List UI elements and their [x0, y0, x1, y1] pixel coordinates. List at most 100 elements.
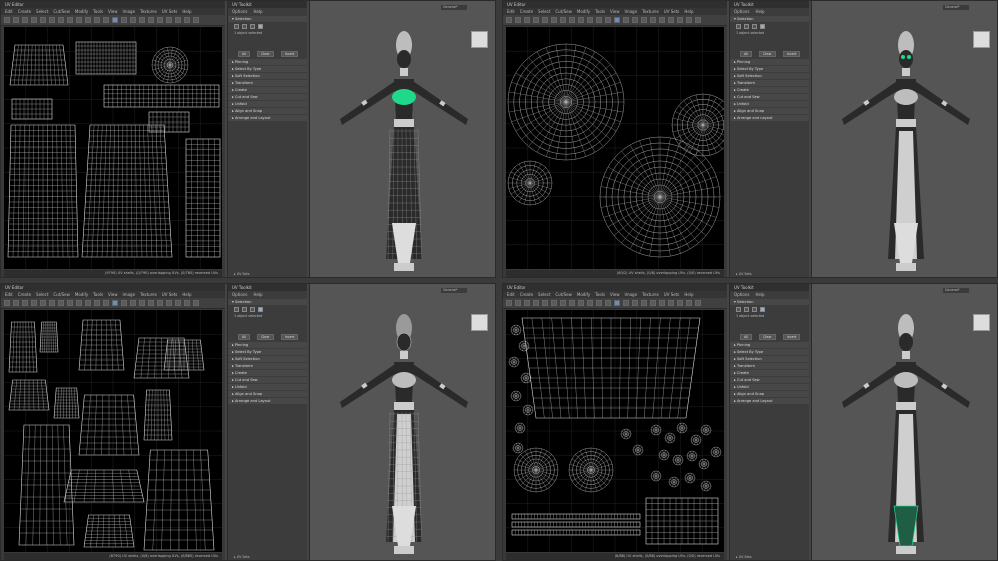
menu-item[interactable]: Textures	[140, 291, 157, 298]
selection-mode-icon[interactable]	[744, 306, 749, 312]
uv-shell-small-7[interactable]	[512, 442, 524, 454]
character-model[interactable]	[340, 314, 468, 554]
section-header[interactable]: ▸ Arrange and Layout	[228, 115, 307, 121]
uv-shell-body-2[interactable]	[78, 319, 125, 371]
toolbar-tool-icon[interactable]	[148, 17, 154, 23]
toolbar-tool-icon[interactable]	[542, 300, 548, 306]
toolbar-tool-icon[interactable]	[596, 300, 602, 306]
menu-item[interactable]: Help	[755, 8, 764, 15]
perspective-viewport[interactable]: General*	[309, 1, 495, 277]
section-header[interactable]: ▸ Pinning	[228, 342, 307, 348]
section-header[interactable]: ▸ Arrange and Layout	[730, 115, 809, 121]
uv-shell-small-23[interactable]	[632, 444, 644, 456]
selection-mode-icon[interactable]	[752, 23, 757, 29]
menu-item[interactable]: Image	[123, 8, 136, 15]
menu-item[interactable]: View	[108, 8, 118, 15]
section-header[interactable]: ▸ Select By Type	[228, 66, 307, 72]
selection-button[interactable]: Clear	[257, 334, 274, 340]
menu-item[interactable]: Create	[18, 291, 31, 298]
toolbar-tool-icon[interactable]	[605, 300, 611, 306]
perspective-viewport[interactable]: General*	[811, 284, 997, 560]
toolbar-tool-icon[interactable]	[551, 300, 557, 306]
menu-item[interactable]: UV Sets	[664, 8, 680, 15]
toolbar-tool-icon[interactable]	[40, 300, 46, 306]
menu-item[interactable]: Options	[734, 291, 749, 298]
toolbar-tool-icon[interactable]	[58, 17, 64, 23]
uv-shell-small-3[interactable]	[520, 372, 532, 384]
toolbar-tool-icon[interactable]	[641, 300, 647, 306]
selection-button[interactable]: Clear	[759, 334, 776, 340]
section-header[interactable]: ▸ Soft Selection	[228, 356, 307, 362]
toolbar-tool-icon[interactable]	[58, 300, 64, 306]
section-header[interactable]: ▸ Cut and Sew	[228, 377, 307, 383]
toolbar-tool-icon[interactable]	[22, 300, 28, 306]
toolbar-tool-icon[interactable]	[623, 300, 629, 306]
section-header[interactable]: ▸ Cut and Sew	[228, 94, 307, 100]
uv-shell-body-1[interactable]	[39, 321, 59, 353]
toolbar-tool-icon[interactable]	[632, 17, 638, 23]
toolbar-tool-icon[interactable]	[22, 17, 28, 23]
menu-item[interactable]: Image	[625, 8, 638, 15]
menu-item[interactable]: Textures	[642, 291, 659, 298]
toolbar-tool-icon[interactable]	[175, 300, 181, 306]
toolbar-tool-icon[interactable]	[121, 300, 127, 306]
toolbar-tool-icon[interactable]	[533, 17, 539, 23]
menu-item[interactable]: Textures	[642, 8, 659, 15]
uv-shell-small-11[interactable]	[690, 434, 702, 446]
uv-shell-body-7[interactable]	[143, 389, 173, 441]
menu-item[interactable]: Tools	[595, 8, 605, 15]
toolbar-tool-icon[interactable]	[614, 300, 620, 306]
toolbar-tool-icon[interactable]	[551, 17, 557, 23]
menu-item[interactable]: Cut/Sew	[555, 8, 572, 15]
uv-shell-small-21[interactable]	[700, 480, 712, 492]
character-model[interactable]	[842, 314, 970, 554]
selection-mode-icon[interactable]	[250, 23, 255, 29]
toolbar-tool-icon[interactable]	[31, 300, 37, 306]
toolbar-tool-icon[interactable]	[67, 17, 73, 23]
menu-item[interactable]: Cut/Sew	[53, 8, 70, 15]
section-header[interactable]: ▸ Select By Type	[730, 66, 809, 72]
menu-item[interactable]: Help	[182, 291, 191, 298]
uv-shell-strip[interactable]	[185, 138, 221, 258]
toolbar-tool-icon[interactable]	[139, 17, 145, 23]
toolbar-tool-icon[interactable]	[533, 300, 539, 306]
uv-shell-sleeve[interactable]	[103, 84, 220, 108]
toolbar-tool-icon[interactable]	[686, 17, 692, 23]
menu-item[interactable]: Select	[538, 8, 550, 15]
toolbar-tool-icon[interactable]	[112, 17, 118, 23]
toolbar-tool-icon[interactable]	[175, 17, 181, 23]
selection-mode-icon[interactable]	[736, 23, 741, 29]
selection-mode-icon[interactable]	[250, 306, 255, 312]
uv-shell-cuff[interactable]	[11, 98, 53, 120]
selection-button[interactable]: All	[238, 334, 251, 340]
section-header[interactable]: ▸ Create	[228, 370, 307, 376]
uv-shell-body-5[interactable]	[53, 387, 80, 419]
selection-mode-icon[interactable]	[242, 306, 247, 312]
menu-item[interactable]: Modify	[577, 8, 590, 15]
uv-canvas[interactable]	[4, 27, 222, 269]
selection-button[interactable]: Invert	[280, 334, 299, 340]
menu-item[interactable]: Modify	[75, 291, 88, 298]
menu-item[interactable]: Create	[520, 8, 533, 15]
uv-shell-disc[interactable]	[151, 46, 189, 84]
toolbar-tool-icon[interactable]	[515, 300, 521, 306]
toolbar-tool-icon[interactable]	[4, 17, 10, 23]
uv-sets-footer[interactable]: ▸ UV Sets	[730, 271, 758, 277]
toolbar-tool-icon[interactable]	[31, 17, 37, 23]
toolbar-tool-icon[interactable]	[13, 300, 19, 306]
toolbar-tool-icon[interactable]	[695, 300, 701, 306]
selection-mode-icon[interactable]	[736, 306, 741, 312]
toolbar-tool-icon[interactable]	[587, 17, 593, 23]
section-header[interactable]: ▸ Create	[730, 87, 809, 93]
toolbar-tool-icon[interactable]	[85, 17, 91, 23]
uv-shell-body-0[interactable]	[8, 321, 38, 373]
uv-shell-small-22[interactable]	[620, 428, 632, 440]
menu-item[interactable]: Edit	[507, 291, 515, 298]
selection-mode-icon[interactable]	[752, 306, 757, 312]
menu-item[interactable]: Modify	[75, 8, 88, 15]
uv-shell-strip-c[interactable]	[511, 529, 641, 536]
toolbar-tool-icon[interactable]	[193, 17, 199, 23]
section-header[interactable]: ▸ Align and Snap	[228, 391, 307, 397]
uv-shell-body-10[interactable]	[83, 514, 135, 548]
menu-item[interactable]: View	[610, 8, 620, 15]
